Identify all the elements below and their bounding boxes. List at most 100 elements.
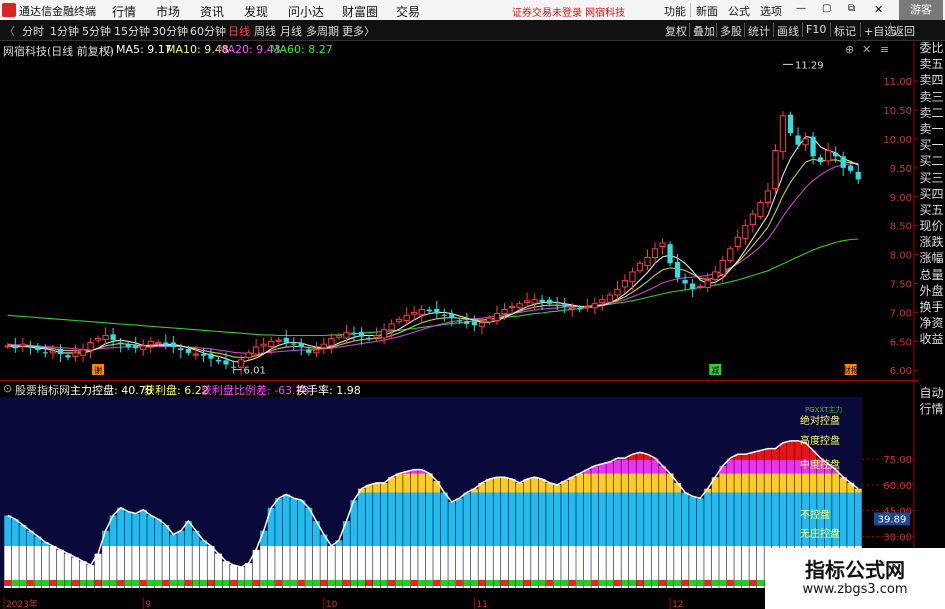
period-5min[interactable]: 5分钟 xyxy=(82,23,111,39)
control-bar xyxy=(531,477,539,493)
tool-tongji[interactable]: 统计 xyxy=(748,23,770,39)
tick-bar xyxy=(651,580,659,586)
quote-label[interactable]: 换手 xyxy=(918,299,945,315)
menu-jiaoyi[interactable]: 交易 xyxy=(396,3,420,20)
control-bar xyxy=(538,545,546,588)
quote-label[interactable]: 卖三 xyxy=(918,89,945,105)
control-bar xyxy=(734,454,742,461)
control-bar xyxy=(832,492,840,546)
control-bar xyxy=(162,545,170,588)
tick-bar xyxy=(568,580,576,586)
minimize-icon[interactable]: — xyxy=(796,3,806,14)
tick-bar xyxy=(726,580,734,586)
quote-label[interactable]: 涨幅 xyxy=(918,250,945,266)
period-fenshi[interactable]: 分时 xyxy=(22,23,44,39)
candle-body-down xyxy=(434,308,440,314)
quote-label[interactable]: 买一 xyxy=(918,137,945,153)
control-bar xyxy=(365,492,373,546)
panel-menu-icon[interactable]: ≡ xyxy=(880,43,889,56)
tick-bar xyxy=(237,580,245,586)
control-bar xyxy=(794,492,802,546)
menu-shichang[interactable]: 市场 xyxy=(156,3,180,20)
menu-gongshi[interactable]: 公式 xyxy=(728,3,750,19)
control-bar xyxy=(794,460,802,474)
period-1min[interactable]: 1分钟 xyxy=(50,23,79,39)
login-notice[interactable]: 证券交易未登录 网宿科技 xyxy=(512,4,625,19)
quote-label[interactable]: 现价 xyxy=(918,218,945,234)
close-icon[interactable]: ✕ xyxy=(874,3,883,16)
candle-body-up xyxy=(749,213,757,226)
tool-f10[interactable]: F10 xyxy=(806,23,826,36)
stock-title[interactable]: 网宿科技(日线 前复权) xyxy=(3,43,114,59)
quote-label[interactable]: 涨跌 xyxy=(918,234,945,250)
control-bar xyxy=(613,545,621,588)
period-weekly[interactable]: 周线 xyxy=(254,23,276,39)
control-bar xyxy=(109,515,117,546)
sub-tick-label: 30.00 xyxy=(883,532,912,543)
period-15min[interactable]: 15分钟 xyxy=(114,23,150,39)
panel-close-icon[interactable]: ✕ xyxy=(862,43,871,56)
quote-label[interactable]: 买四 xyxy=(918,186,945,202)
candle-body-up xyxy=(644,256,651,267)
quote-label[interactable]: 买二 xyxy=(918,153,945,169)
tool-biaoji[interactable]: 标记 xyxy=(834,23,856,39)
quote-label[interactable]: 买三 xyxy=(918,170,945,186)
tick-bar xyxy=(19,580,27,586)
control-bar xyxy=(802,442,810,461)
candle-body-down xyxy=(125,344,131,348)
quote-label[interactable]: 总量 xyxy=(918,267,945,283)
candle-body-up xyxy=(742,225,749,239)
tool-fanhui[interactable]: 返回 xyxy=(893,23,915,39)
quote-label[interactable]: 净资 xyxy=(918,315,945,331)
tool-diejia[interactable]: 叠加 xyxy=(693,23,715,39)
candle-body-down xyxy=(674,262,681,278)
nav-left-icon[interactable]: 〈 xyxy=(4,23,15,39)
menu-hangqing[interactable]: 行情 xyxy=(112,3,136,20)
candle-body-up xyxy=(260,343,267,347)
main-control-label: 主力控盘: 40.78 xyxy=(70,384,153,397)
tick-bar xyxy=(64,580,72,586)
maximize-icon[interactable]: ▢ xyxy=(822,3,831,14)
expand-icon[interactable]: ⊕ xyxy=(845,43,854,56)
menu-wenxiaoda[interactable]: 问小达 xyxy=(288,3,324,20)
sub-quote-label[interactable]: 行情 xyxy=(918,400,945,416)
tool-fuquan[interactable]: 复权 xyxy=(665,23,687,39)
quote-label[interactable]: 收益 xyxy=(918,331,945,347)
menu-xinmian[interactable]: 新面 xyxy=(696,3,718,19)
quote-label[interactable]: 卖五 xyxy=(918,56,945,72)
menu-zixun[interactable]: 资讯 xyxy=(200,3,224,20)
candle-body-down xyxy=(298,343,304,348)
menu-xuanxiang[interactable]: 选项 xyxy=(760,3,782,19)
indicator-name[interactable]: 股票指标网 xyxy=(15,382,70,398)
menu-gongneng[interactable]: 功能 xyxy=(664,3,686,19)
period-multi[interactable]: 多周期 xyxy=(306,23,339,39)
guest-button[interactable]: 游客 xyxy=(899,0,943,20)
tick-bar xyxy=(523,580,531,586)
control-bar xyxy=(4,515,12,546)
quote-label[interactable]: 卖一 xyxy=(918,121,945,137)
tool-huaxian[interactable]: 画线 xyxy=(777,23,799,39)
tool-duogu[interactable]: 多股 xyxy=(720,23,742,39)
period-60min[interactable]: 60分钟 xyxy=(190,23,226,39)
quote-label[interactable]: 委比 xyxy=(918,40,945,56)
settings-gear-icon[interactable]: ⊙ xyxy=(104,43,113,56)
quote-label[interactable]: 买五 xyxy=(918,202,945,218)
tick-bar xyxy=(358,580,365,586)
tick-bar xyxy=(734,580,742,586)
menu-faxian[interactable]: 发现 xyxy=(244,3,268,20)
restore-icon[interactable]: ⧉ xyxy=(848,3,855,14)
tick-bar xyxy=(102,580,110,586)
period-daily[interactable]: 日线 xyxy=(228,23,250,39)
period-monthly[interactable]: 月线 xyxy=(280,23,302,39)
period-more[interactable]: 更多〉 xyxy=(342,23,375,39)
menu-caifuquan[interactable]: 财富圈 xyxy=(342,3,378,20)
candle-body-up xyxy=(516,303,523,309)
control-bar xyxy=(531,545,539,588)
quote-label[interactable]: 外盘 xyxy=(918,283,945,299)
period-30min[interactable]: 30分钟 xyxy=(152,23,188,39)
indicator-gear-icon[interactable]: ⊙ xyxy=(3,382,12,395)
quote-label[interactable]: 卖二 xyxy=(918,105,945,121)
quote-label[interactable]: 卖四 xyxy=(918,72,945,88)
sub-quote-label[interactable]: 自动 xyxy=(918,384,945,400)
control-bar xyxy=(553,484,561,493)
